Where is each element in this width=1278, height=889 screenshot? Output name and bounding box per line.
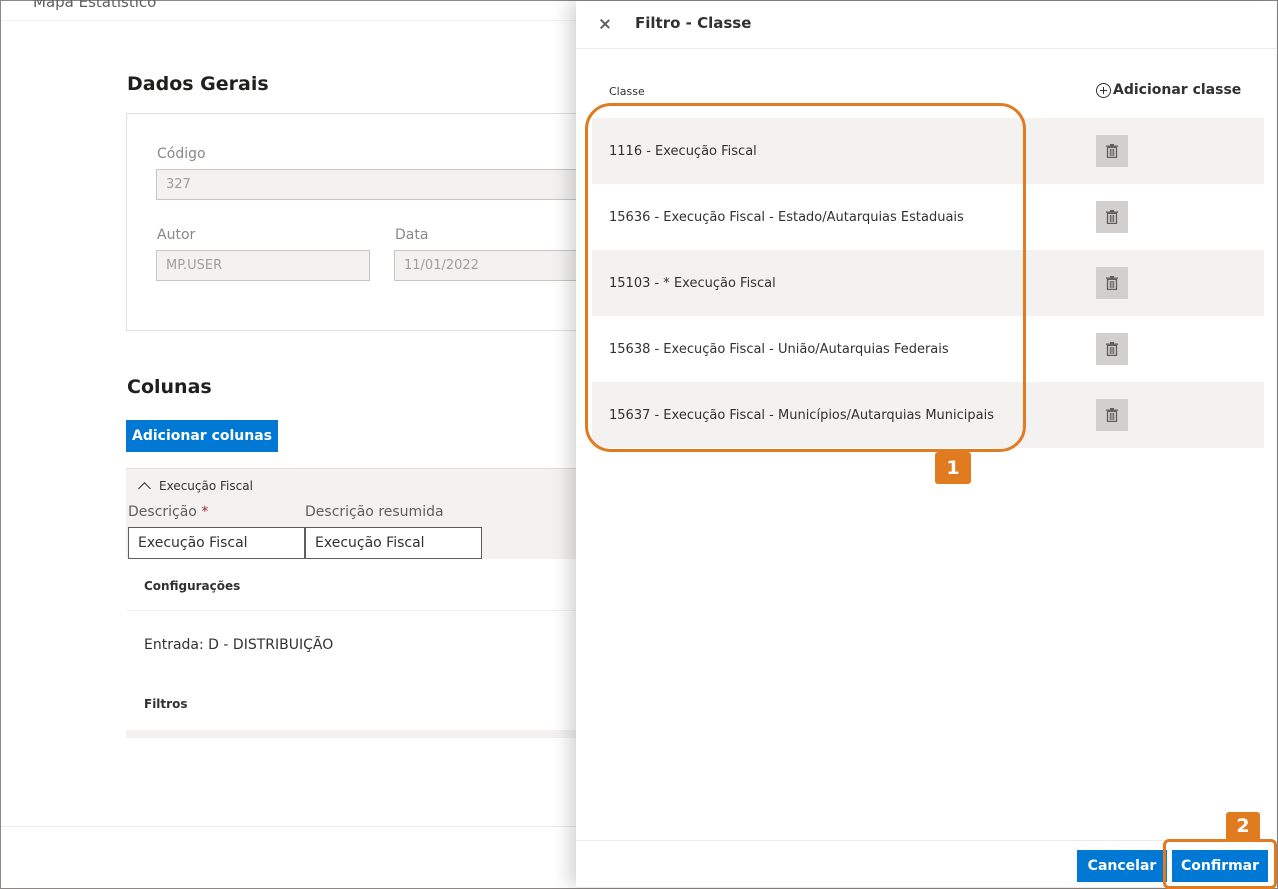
required-mark: * [201, 504, 209, 520]
trash-icon [1106, 210, 1118, 224]
configuracoes-section: Configurações [126, 559, 586, 610]
delete-button[interactable] [1096, 201, 1128, 233]
panel-title: Filtro - Classe [635, 14, 752, 32]
panel-header-divider [576, 48, 1276, 49]
configuracoes-title: Configurações [144, 579, 241, 593]
column-group-execucao-fiscal: Execução Fiscal Descrição * Descrição re… [126, 468, 586, 738]
chevron-up-icon[interactable] [138, 482, 151, 495]
step-badge-2: 2 [1226, 812, 1260, 841]
list-item: 15637 - Execução Fiscal - Municípios/Aut… [592, 382, 1264, 448]
trash-icon [1106, 276, 1118, 290]
descricao-label: Descrição * [128, 504, 208, 520]
configuracoes-content: Entrada: D - DISTRIBUIÇÃO Filtros [126, 611, 586, 730]
list-item: 15638 - Execução Fiscal - União/Autarqui… [592, 316, 1264, 382]
confirm-button[interactable]: Confirmar [1172, 850, 1268, 882]
class-label: 1116 - Execução Fiscal [609, 144, 757, 159]
delete-button[interactable] [1096, 267, 1128, 299]
class-label: 15637 - Execução Fiscal - Municípios/Aut… [609, 408, 994, 423]
add-class-button[interactable]: Adicionar classe [1096, 82, 1241, 98]
data-field: 11/01/2022 [394, 250, 594, 281]
class-label: 15103 - * Execução Fiscal [609, 276, 776, 291]
trash-icon [1106, 144, 1118, 158]
colunas-title: Colunas [127, 376, 212, 398]
list-item: 15636 - Execução Fiscal - Estado/Autarqu… [592, 184, 1264, 250]
classe-column-header: Classe [609, 85, 645, 98]
autor-label: Autor [157, 227, 196, 243]
list-item: 15103 - * Execução Fiscal [592, 250, 1264, 316]
class-list: 1116 - Execução Fiscal 15636 - Execução … [592, 118, 1264, 448]
descricao-resumida-label: Descrição resumida [305, 504, 444, 520]
step-badge-1: 1 [935, 452, 971, 484]
delete-button[interactable] [1096, 333, 1128, 365]
autor-field: MP.USER [156, 250, 370, 281]
page-title: Mapa Estatístico [33, 0, 157, 11]
filter-panel: Filtro - Classe Classe Adicionar classe … [576, 1, 1276, 887]
delete-button[interactable] [1096, 135, 1128, 167]
class-label: 15638 - Execução Fiscal - União/Autarqui… [609, 342, 949, 357]
trash-icon [1106, 342, 1118, 356]
add-circle-icon [1096, 82, 1111, 98]
background-page: Mapa Estatístico Dados Gerais Código 327… [1, 0, 596, 887]
list-item: 1116 - Execução Fiscal [592, 118, 1264, 184]
add-class-label: Adicionar classe [1113, 82, 1242, 98]
cancel-button[interactable]: Cancelar [1077, 850, 1167, 882]
trash-icon [1106, 408, 1118, 422]
delete-button[interactable] [1096, 399, 1128, 431]
close-icon[interactable] [596, 15, 614, 33]
group-title: Execução Fiscal [159, 479, 253, 493]
filtros-title: Filtros [144, 697, 188, 711]
codigo-field: 327 [156, 169, 596, 200]
entrada-text: Entrada: D - DISTRIBUIÇÃO [144, 637, 334, 653]
footer-divider [1, 826, 577, 827]
codigo-label: Código [157, 146, 206, 162]
class-label: 15636 - Execução Fiscal - Estado/Autarqu… [609, 210, 964, 225]
divider [1, 20, 577, 21]
group-header[interactable]: Execução Fiscal [138, 479, 253, 495]
dados-gerais-title: Dados Gerais [127, 73, 269, 95]
descricao-label-text: Descrição [128, 504, 197, 520]
dados-gerais-card: Código 327 Autor MP.USER Data 11/01/2022 [126, 113, 596, 331]
descricao-resumida-input[interactable]: Execução Fiscal [305, 527, 482, 559]
panel-footer-divider [576, 840, 1276, 841]
descricao-input[interactable]: Execução Fiscal [128, 527, 305, 559]
data-label: Data [395, 227, 429, 243]
add-columns-button[interactable]: Adicionar colunas [126, 420, 278, 452]
